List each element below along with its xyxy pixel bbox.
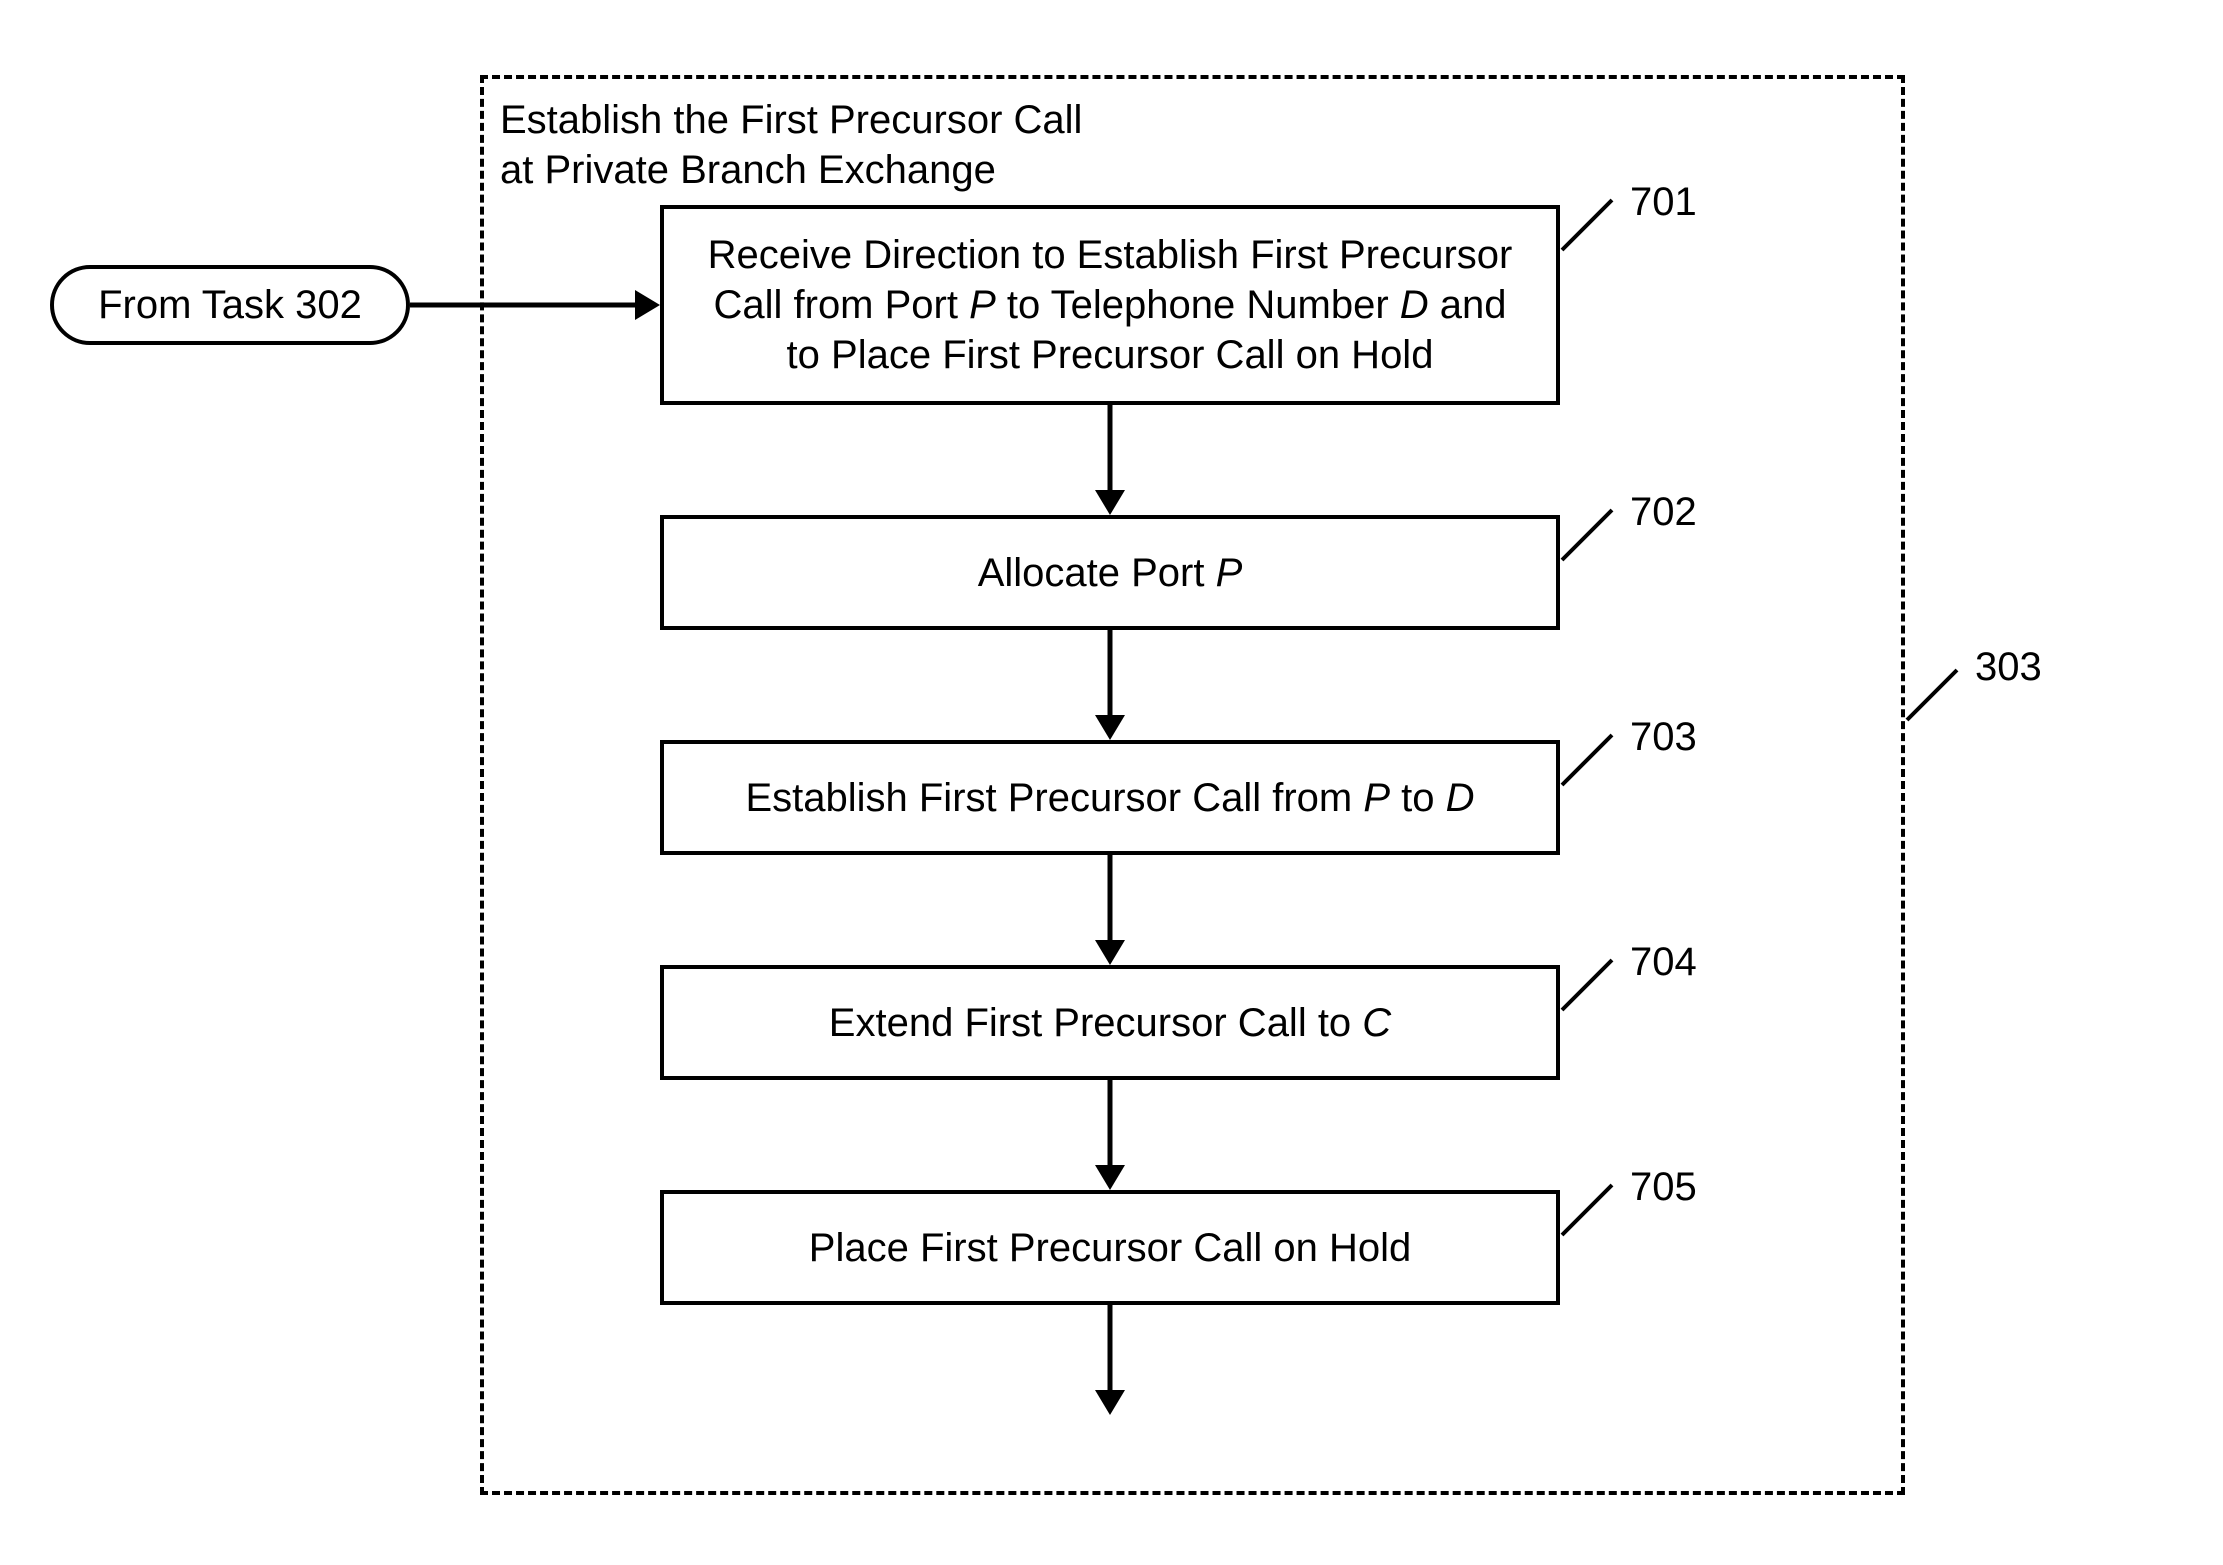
- step-701: Receive Direction to Establish First Pre…: [660, 205, 1560, 405]
- step-703: Establish First Precursor Call from P to…: [660, 740, 1560, 855]
- entry-pill: From Task 302: [50, 265, 410, 345]
- ref-703: 703: [1630, 715, 1697, 760]
- ref-701: 701: [1630, 180, 1697, 225]
- container-title-line2: at Private Branch Exchange: [500, 148, 996, 192]
- step-705: Place First Precursor Call on Hold: [660, 1190, 1560, 1305]
- step-702-text: Allocate Port P: [978, 548, 1243, 598]
- ref-702: 702: [1630, 490, 1697, 535]
- step-704: Extend First Precursor Call to C: [660, 965, 1560, 1080]
- container-title: Establish the First Precursor Call at Pr…: [500, 95, 1082, 195]
- leader-303: [1902, 665, 1962, 725]
- step-705-text: Place First Precursor Call on Hold: [809, 1223, 1411, 1273]
- ref-705: 705: [1630, 1165, 1697, 1210]
- entry-pill-label: From Task 302: [98, 283, 362, 328]
- step-701-text: Receive Direction to Establish First Pre…: [694, 230, 1526, 380]
- ref-704: 704: [1630, 940, 1697, 985]
- ref-303: 303: [1975, 645, 2042, 690]
- step-703-text: Establish First Precursor Call from P to…: [745, 773, 1474, 823]
- container-title-line1: Establish the First Precursor Call: [500, 98, 1082, 142]
- step-702: Allocate Port P: [660, 515, 1560, 630]
- flowchart-canvas: Establish the First Precursor Call at Pr…: [0, 0, 2223, 1565]
- step-704-text: Extend First Precursor Call to C: [829, 998, 1391, 1048]
